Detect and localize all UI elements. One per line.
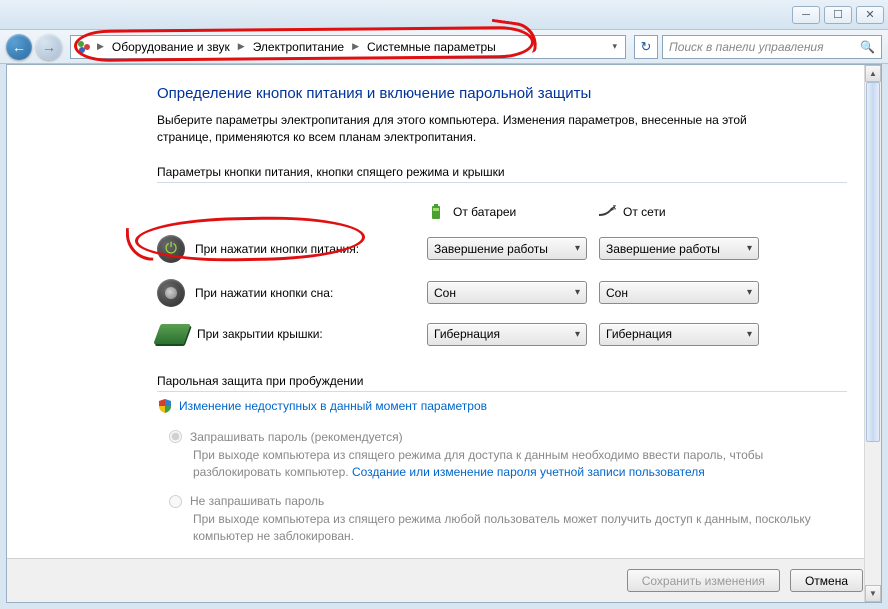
create-password-link[interactable]: Создание или изменение пароля учетной за…	[352, 465, 705, 479]
lid-ac-select[interactable]: Гибернация	[599, 323, 759, 346]
close-button[interactable]: ✕	[856, 6, 884, 24]
power-battery-select[interactable]: Завершение работы	[427, 237, 587, 260]
minimize-button[interactable]: ─	[792, 6, 820, 24]
control-panel-icon	[75, 38, 93, 56]
radio-require-label: Запрашивать пароль (рекомендуется)	[190, 430, 403, 444]
shield-icon	[157, 398, 173, 414]
radio-no-password-input	[169, 495, 182, 508]
column-headers: От батареи От сети	[157, 185, 847, 227]
maximize-button[interactable]: ☐	[824, 6, 852, 24]
lid-battery-select[interactable]: Гибернация	[427, 323, 587, 346]
sleep-icon	[157, 279, 185, 307]
forward-button[interactable]: →	[36, 34, 62, 60]
radio-no-label: Не запрашивать пароль	[190, 494, 324, 508]
client-area: Определение кнопок питания и включение п…	[6, 64, 882, 603]
laptop-lid-icon	[153, 324, 190, 344]
address-bar[interactable]: ▶ Оборудование и звук ▶ Электропитание ▶…	[70, 35, 626, 59]
row-power-button: ⏻ При нажатии кнопки питания: Завершение…	[157, 227, 847, 271]
footer: Сохранить изменения Отмена	[7, 558, 881, 602]
vertical-scrollbar[interactable]: ▲ ▼	[864, 65, 881, 602]
battery-icon	[427, 203, 445, 221]
refresh-button[interactable]: ↻	[634, 35, 658, 59]
chevron-right-icon: ▶	[236, 41, 247, 52]
radio-require-password: Запрашивать пароль (рекомендуется)	[169, 430, 847, 444]
group-title-buttons: Параметры кнопки питания, кнопки спящего…	[157, 165, 847, 179]
sleep-ac-select[interactable]: Сон	[599, 281, 759, 304]
chevron-right-icon: ▶	[350, 41, 361, 52]
col-ac-label: От сети	[623, 205, 666, 219]
save-button[interactable]: Сохранить изменения	[627, 569, 780, 592]
page-title: Определение кнопок питания и включение п…	[157, 85, 847, 102]
search-input[interactable]: Поиск в панели управления 🔍	[662, 35, 882, 59]
search-icon: 🔍	[860, 40, 875, 54]
plug-icon	[597, 203, 615, 221]
power-icon: ⏻	[157, 235, 185, 263]
search-placeholder: Поиск в панели управления	[669, 40, 824, 54]
radio-require-password-input	[169, 430, 182, 443]
chevron-right-icon: ▶	[95, 41, 106, 52]
breadcrumb-hardware[interactable]: Оборудование и звук	[108, 38, 234, 56]
col-battery-label: От батареи	[453, 205, 516, 219]
radio-no-desc: При выходе компьютера из спящего режима …	[193, 511, 813, 545]
row-lid: При закрытии крышки: Гибернация Гибернац…	[157, 315, 847, 354]
radio-require-desc: При выходе компьютера из спящего режима …	[193, 447, 813, 481]
back-button[interactable]: ←	[6, 34, 32, 60]
navigation-bar: ← → ▶ Оборудование и звук ▶ Электропитан…	[0, 30, 888, 64]
scrollbar-thumb[interactable]	[866, 82, 880, 442]
cancel-button[interactable]: Отмена	[790, 569, 863, 592]
page-intro: Выберите параметры электропитания для эт…	[157, 112, 797, 147]
breadcrumb-system-settings[interactable]: Системные параметры	[363, 38, 500, 56]
scroll-up-button[interactable]: ▲	[865, 65, 881, 82]
row-sleep-button: При нажатии кнопки сна: Сон Сон	[157, 271, 847, 315]
breadcrumb-power[interactable]: Электропитание	[249, 38, 348, 56]
sleep-battery-select[interactable]: Сон	[427, 281, 587, 304]
address-dropdown-icon[interactable]: ▾	[608, 41, 621, 52]
change-unavailable-link[interactable]: Изменение недоступных в данный момент па…	[179, 399, 487, 413]
group-title-password: Парольная защита при пробуждении	[157, 374, 847, 388]
power-ac-select[interactable]: Завершение работы	[599, 237, 759, 260]
sleep-button-label: При нажатии кнопки сна:	[195, 286, 333, 300]
scroll-down-button[interactable]: ▼	[865, 585, 881, 602]
power-button-label: При нажатии кнопки питания:	[195, 242, 359, 256]
radio-no-password: Не запрашивать пароль	[169, 494, 847, 508]
title-bar: ─ ☐ ✕	[0, 0, 888, 30]
lid-label: При закрытии крышки:	[197, 327, 323, 341]
